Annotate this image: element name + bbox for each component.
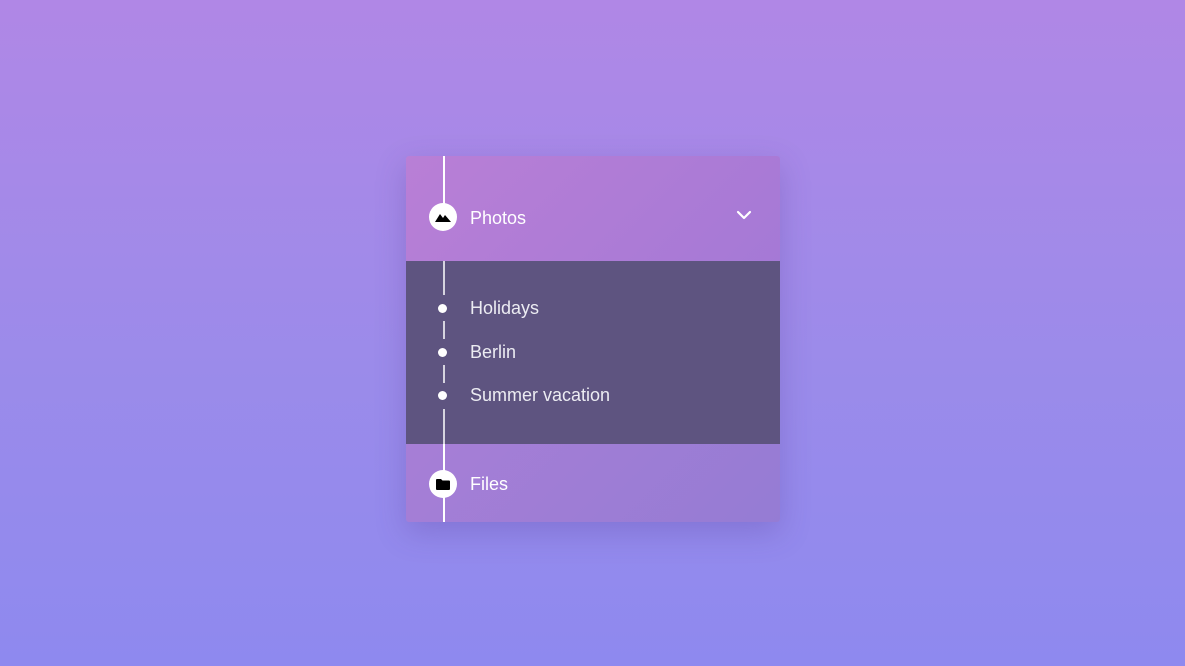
submenu-item-label: Holidays <box>470 298 540 318</box>
submenu-item-berlin[interactable]: Berlin <box>406 337 780 367</box>
mountain-icon <box>429 203 457 231</box>
menu-item-files-label: Files <box>470 474 509 494</box>
submenu-item-holidays[interactable]: Holidays <box>406 293 780 323</box>
photos-submenu: Holidays Berlin Summer vacation <box>406 261 780 444</box>
menu-item-photos-label: Photos <box>470 208 527 228</box>
timeline-line <box>443 409 445 444</box>
chevron-down-icon[interactable] <box>736 208 752 220</box>
folder-icon <box>429 470 457 498</box>
submenu-item-summer-vacation[interactable]: Summer vacation <box>406 380 780 410</box>
submenu-item-label: Summer vacation <box>470 385 611 405</box>
timeline-line <box>443 261 445 295</box>
timeline-line <box>443 156 445 206</box>
bullet-dot-icon <box>438 391 447 400</box>
submenu-item-label: Berlin <box>470 342 517 362</box>
menu-item-photos[interactable]: Photos <box>406 156 780 261</box>
bullet-dot-icon <box>438 348 447 357</box>
menu-item-files[interactable]: Files <box>406 444 780 522</box>
timeline-line <box>443 496 445 522</box>
bullet-dot-icon <box>438 304 447 313</box>
timeline-line <box>443 444 445 472</box>
sidebar-menu-card: Photos Holidays Berlin Summer vacation F… <box>406 156 780 522</box>
